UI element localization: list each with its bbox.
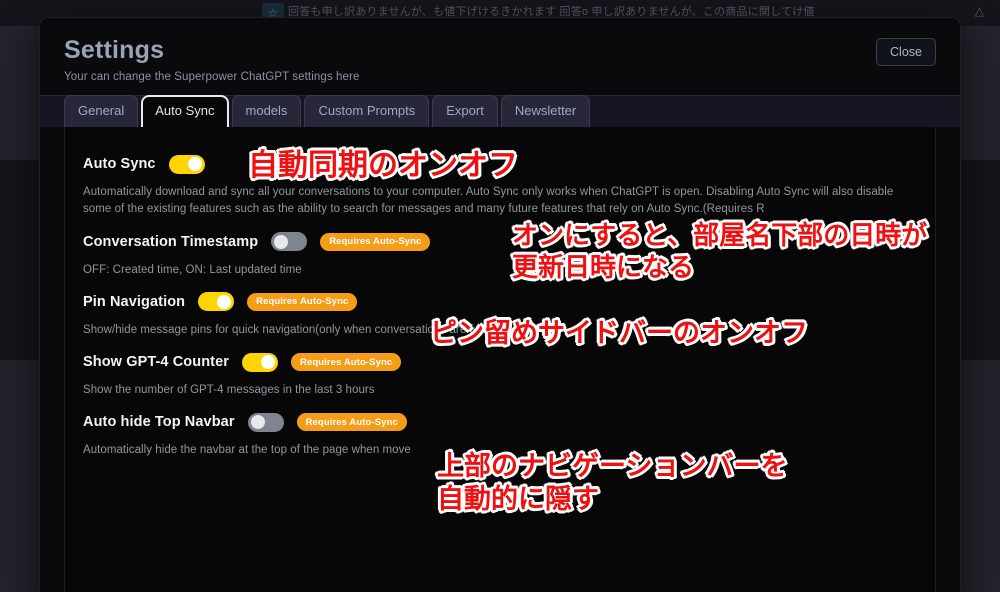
setting-description: OFF: Created time, ON: Last updated time xyxy=(83,263,302,276)
setting-row: Auto hide Top Navbar Requires Auto-Sync xyxy=(83,407,917,437)
toggle-knob xyxy=(187,157,202,171)
tab-export[interactable]: Export xyxy=(432,94,498,127)
page-title: Settings xyxy=(64,36,165,64)
modal-header: Settings Your can change the Superpower … xyxy=(40,18,960,83)
toggle-switch[interactable] xyxy=(271,232,308,251)
setting-item: Conversation Timestamp Requires Auto-Sync… xyxy=(65,227,935,279)
settings-tabbar: General Auto Sync models Custom Prompts Expo… xyxy=(40,94,960,127)
setting-description: Automatically download and sync all your… xyxy=(83,186,894,216)
tab-custom-prompts[interactable]: Custom Prompts xyxy=(304,94,430,127)
setting-label: Conversation Timestamp xyxy=(83,233,259,250)
tab-models[interactable]: models xyxy=(231,94,302,127)
setting-label: Auto hide Top Navbar xyxy=(83,414,235,431)
setting-description: Show the number of GPT-4 messages in the… xyxy=(83,384,375,396)
status-badge: Requires Auto-Sync xyxy=(247,292,358,311)
status-badge: Requires Auto-Sync xyxy=(296,413,407,432)
setting-item: Auto hide Top Navbar Requires Auto-Sync Au… xyxy=(65,407,935,459)
settings-modal: Settings Your can change the Superpower … xyxy=(40,18,960,592)
setting-description: Automatically hide the navbar at the top… xyxy=(83,444,411,457)
toggle-knob xyxy=(250,415,265,430)
setting-row: Auto Sync xyxy=(83,149,917,179)
toggle-knob xyxy=(217,294,232,309)
setting-item: Auto Sync Automatically download and sync… xyxy=(65,149,935,219)
toggle-switch[interactable] xyxy=(242,352,278,372)
setting-row: Conversation Timestamp Requires Auto-Sync xyxy=(83,227,917,257)
toggle-switch[interactable] xyxy=(168,154,205,174)
status-badge: Requires Auto-Sync xyxy=(291,353,402,371)
tab-auto-sync[interactable]: Auto Sync xyxy=(141,94,229,127)
setting-item: Show GPT-4 Counter Requires Auto-Sync Show… xyxy=(65,347,935,399)
toggle-switch[interactable] xyxy=(247,412,284,432)
setting-row: Show GPT-4 Counter Requires Auto-Sync xyxy=(83,347,917,377)
setting-label: Auto Sync xyxy=(83,156,156,172)
page-subtitle: Your can change the Superpower ChatGPT s… xyxy=(64,70,360,83)
setting-item: Pin Navigation Requires Auto-Sync Show/hid… xyxy=(65,287,935,339)
status-badge: Requires Auto-Sync xyxy=(320,232,431,251)
toggle-switch[interactable] xyxy=(198,292,235,312)
tab-general[interactable]: General xyxy=(64,94,139,127)
close-button[interactable]: Close xyxy=(876,38,936,66)
setting-row: Pin Navigation Requires Auto-Sync xyxy=(83,287,917,317)
auto-sync-settings-panel: Auto Sync Automatically download and sync… xyxy=(64,127,936,592)
toggle-knob xyxy=(261,355,275,369)
setting-label: Show GPT-4 Counter xyxy=(83,354,229,370)
setting-description: Show/hide message pins for quick navigat… xyxy=(83,323,535,336)
background-topbar-text: 回答も申し訳ありませんが、も値下げけるきかれます 回答o 申し訳ありませんが、こ… xyxy=(288,6,815,18)
share-icon: △ xyxy=(974,4,984,18)
toggle-knob xyxy=(274,234,289,249)
tab-newsletter[interactable]: Newsletter xyxy=(500,94,591,127)
setting-label: Pin Navigation xyxy=(83,293,186,310)
